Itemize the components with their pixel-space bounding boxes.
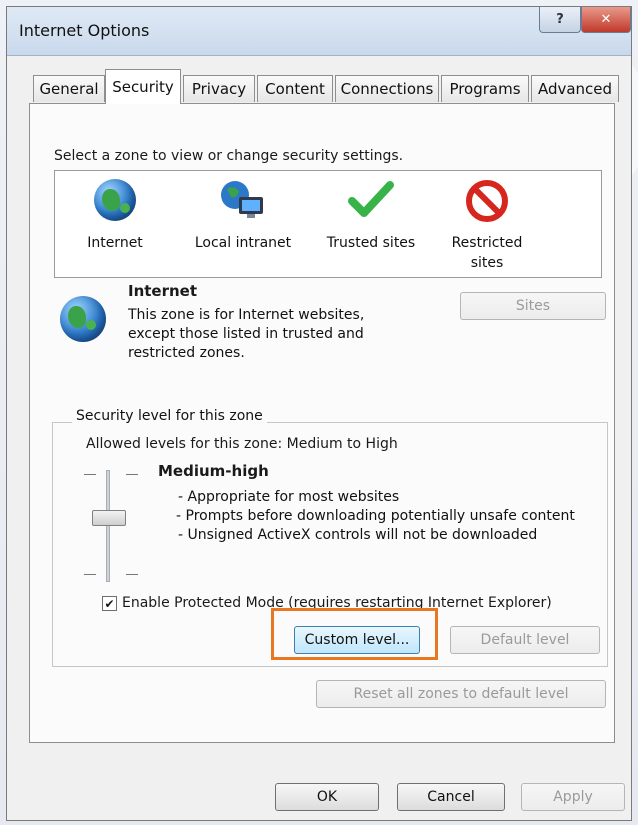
apply-button[interactable]: Apply [521,783,625,811]
zone-list: Internet Local intranet Trusted sites Re… [54,170,602,278]
tab-programs[interactable]: Programs [441,75,529,102]
slider-tick [126,574,138,575]
restricted-icon [465,179,509,227]
level-point: - Prompts before downloading potentially… [176,508,575,524]
level-point: - Unsigned ActiveX controls will not be … [178,527,538,543]
help-button[interactable]: ? [539,7,581,33]
level-point: - Appropriate for most websites [178,489,400,505]
slider-tick [84,474,96,475]
security-tab-panel: Select a zone to view or change security… [29,103,615,743]
zone-prompt: Select a zone to view or change security… [54,148,404,164]
check-icon: ✔ [104,596,115,611]
selected-zone-globe-icon [60,296,106,342]
slider-tick [84,574,96,575]
custom-level-button[interactable]: Custom level... [294,626,420,654]
sites-button[interactable]: Sites [460,292,606,320]
security-level-description: - Appropriate for most websites - Prompt… [176,488,588,545]
slider-tick [126,474,138,475]
protected-mode-checkbox[interactable]: ✔ [102,596,117,611]
security-level-legend: Security level for this zone [72,408,267,424]
window-title: Internet Options [19,21,150,40]
zone-label-restricted-sites: Restricted sites [451,235,523,271]
security-level-slider-thumb[interactable] [92,510,126,526]
reset-all-zones-button[interactable]: Reset all zones to default level [316,680,606,708]
internet-options-window: Internet Options ? ✕ General Security Pr… [6,6,632,821]
ok-button[interactable]: OK [275,783,379,811]
allowed-levels-text: Allowed levels for this zone: Medium to … [86,436,398,452]
close-button[interactable]: ✕ [581,7,631,33]
tab-general[interactable]: General [33,75,105,102]
tab-connections[interactable]: Connections [335,75,439,102]
intranet-icon [219,179,267,225]
protected-mode-label: Enable Protected Mode (requires restarti… [122,595,552,611]
tab-content[interactable]: Content [257,75,333,102]
tab-strip: General Security Privacy Content Connect… [33,69,625,104]
zone-label-trusted-sites: Trusted sites [326,235,416,251]
security-level-name: Medium-high [158,462,269,480]
security-level-slider-track[interactable] [106,470,110,582]
globe-icon [94,179,136,221]
default-level-button[interactable]: Default level [450,626,600,654]
zone-label-internet: Internet [87,235,143,251]
selected-zone-name: Internet [128,282,198,300]
title-bar: Internet Options ? ✕ [7,7,631,56]
zone-label-local-intranet: Local intranet [194,235,292,251]
selected-zone-description: This zone is for Internet websites, exce… [128,307,365,361]
tab-advanced[interactable]: Advanced [531,75,619,102]
tab-security[interactable]: Security [105,69,181,104]
checkmark-icon [348,179,394,225]
cancel-button[interactable]: Cancel [397,783,505,811]
tab-privacy[interactable]: Privacy [183,75,255,102]
